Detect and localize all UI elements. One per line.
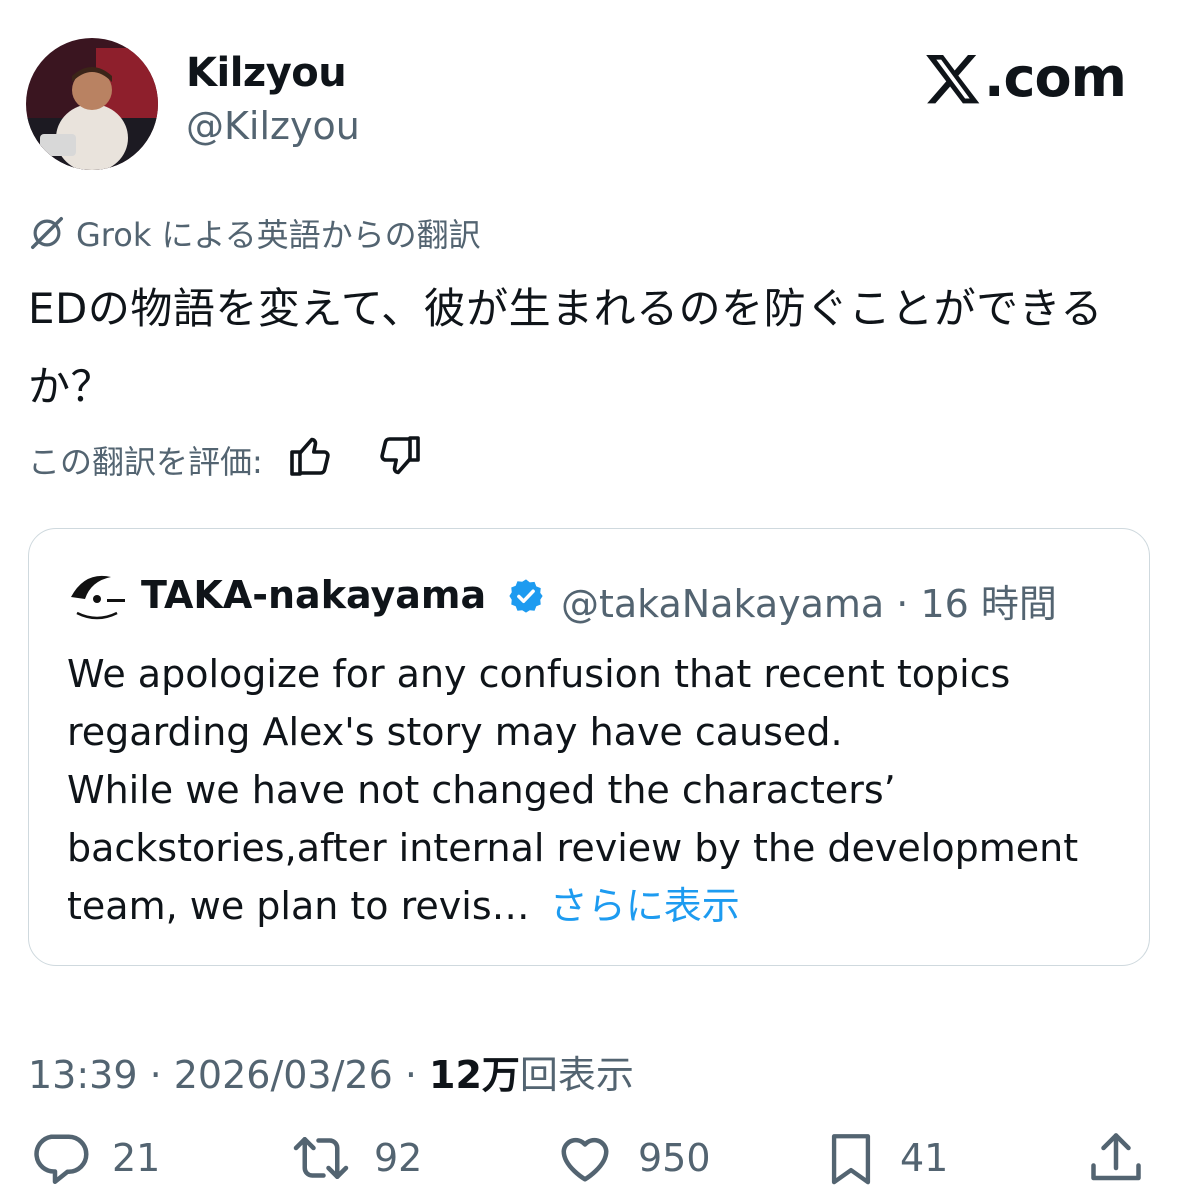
author-handle[interactable]: @Kilzyou <box>186 104 360 148</box>
thumbs-up-icon <box>289 437 330 476</box>
reply-icon <box>34 1134 89 1184</box>
share-button[interactable] <box>1086 1128 1166 1188</box>
grok-icon <box>31 217 63 249</box>
author-name[interactable]: Kilzyou <box>186 50 347 96</box>
quote-author-name[interactable]: TAKA-nakayama <box>141 573 486 617</box>
quote-avatar[interactable] <box>67 569 127 629</box>
repost-button[interactable]: 92 <box>288 1128 422 1188</box>
action-bar: 21 92 950 41 <box>0 1128 1179 1188</box>
verified-badge-icon <box>509 579 543 613</box>
show-more-link[interactable]: さらに表示 <box>550 884 740 928</box>
repost-count: 92 <box>374 1136 423 1180</box>
bookmark-count: 41 <box>900 1136 949 1180</box>
post-timestamp: 13:39 · 2026/03/26 · 12万回表示 <box>28 1044 634 1099</box>
thumbs-down-button[interactable] <box>375 432 423 488</box>
thumbs-up-button[interactable] <box>287 432 335 488</box>
brand-label: .com <box>984 46 1127 109</box>
share-icon <box>1091 1133 1141 1181</box>
thumbs-down-icon <box>380 436 420 475</box>
bookmark-button[interactable]: 41 <box>822 1128 948 1188</box>
time-date: 13:39 · 2026/03/26 · <box>28 1053 430 1097</box>
x-com-brand: .com <box>924 46 1127 109</box>
quoted-post[interactable]: TAKA-nakayama @takaNakayama · 16 時間 We a… <box>28 528 1150 966</box>
translation-label: Grok による英語からの翻訳 <box>76 216 481 254</box>
translation-notice: Grok による英語からの翻訳 <box>28 210 481 256</box>
rate-label: この翻訳を評価: <box>28 443 263 481</box>
view-count: 12万 <box>429 1053 520 1097</box>
quote-paragraph: While we have not changed the characters… <box>67 761 1127 935</box>
like-button[interactable]: 950 <box>552 1128 711 1188</box>
rate-translation: この翻訳を評価: <box>28 432 423 488</box>
quote-handle-time: @takaNakayama · 16 時間 <box>561 582 1057 626</box>
repost-icon <box>293 1137 349 1179</box>
heart-icon <box>561 1137 609 1182</box>
like-count: 950 <box>638 1136 711 1180</box>
reply-count: 21 <box>112 1136 161 1180</box>
tweet-text: EDの物語を変えて、彼が生まれるのを防ぐことができるか？ <box>28 284 1103 411</box>
view-label: 回表示 <box>519 1053 634 1097</box>
bookmark-icon <box>831 1134 871 1185</box>
author-avatar[interactable] <box>26 38 158 170</box>
quote-text: We apologize for any confusion that rece… <box>67 645 1127 935</box>
x-logo-icon <box>926 54 980 103</box>
reply-button[interactable]: 21 <box>28 1128 160 1188</box>
quote-paragraph: We apologize for any confusion that rece… <box>67 652 1011 754</box>
